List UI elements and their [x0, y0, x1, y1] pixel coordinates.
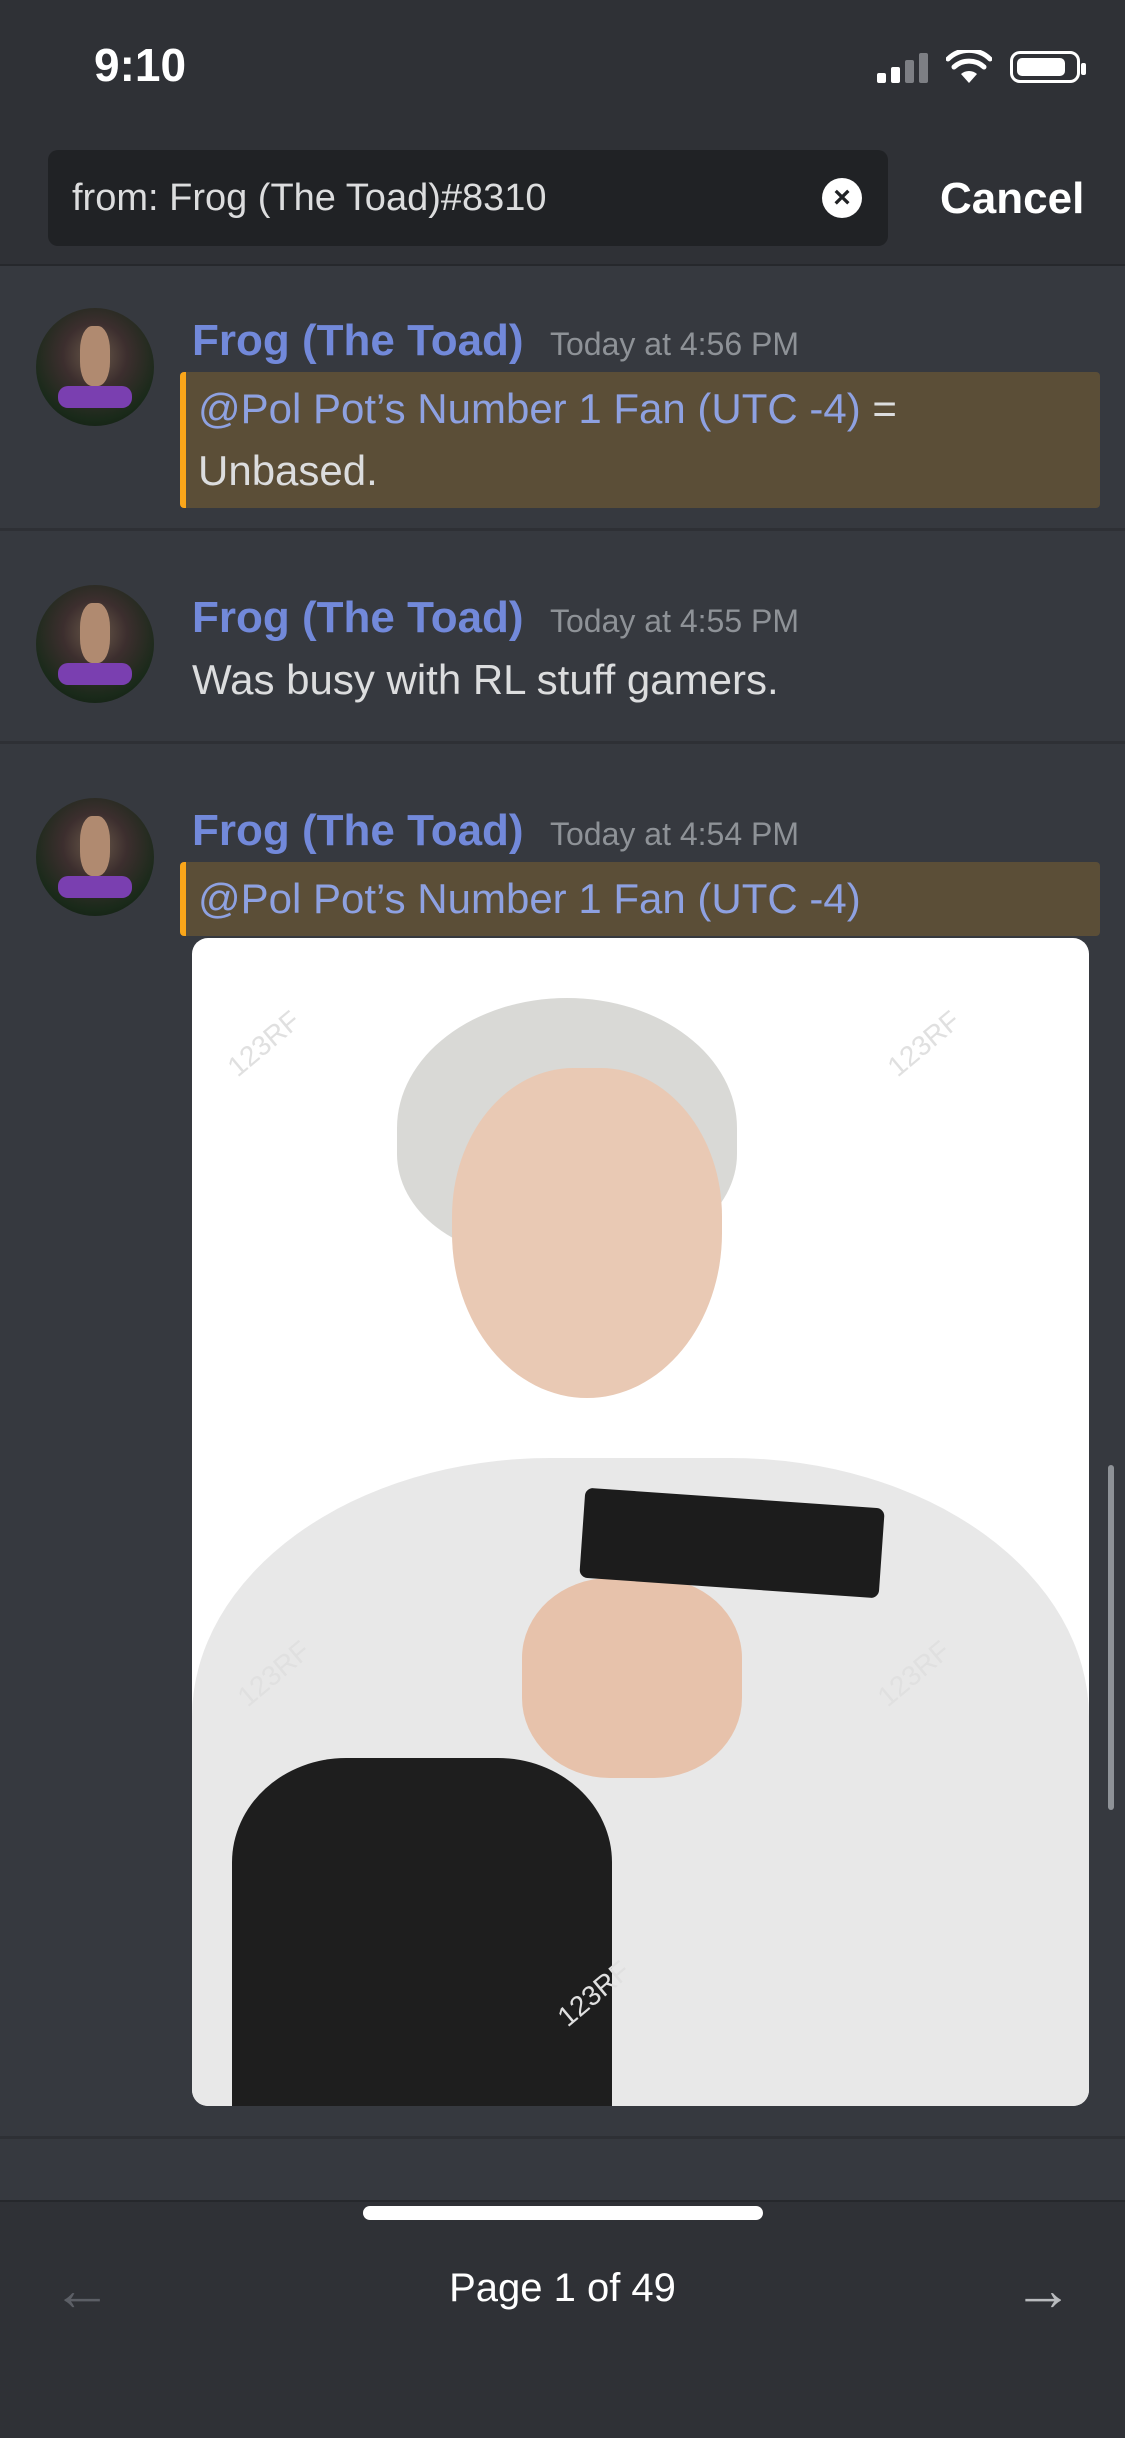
- user-mention[interactable]: @Pol Pot’s Number 1 Fan (UTC -4): [198, 875, 861, 922]
- message-content: @Pol Pot’s Number 1 Fan (UTC -4): [198, 868, 1090, 930]
- timestamp: Today at 4:56 PM: [550, 326, 800, 362]
- wifi-icon: [946, 50, 992, 83]
- scrollbar[interactable]: [1108, 1465, 1114, 1810]
- status-bar: 9:10: [0, 0, 1125, 140]
- watermark: 123RF: [881, 1004, 966, 1083]
- page-label: Page 1 of 49: [449, 2266, 676, 2310]
- username[interactable]: Frog (The Toad): [192, 593, 524, 643]
- mention-highlight: @Pol Pot’s Number 1 Fan (UTC -4): [180, 862, 1100, 936]
- message-result[interactable]: Frog (The Toad) Today at 4:55 PM Was bus…: [0, 531, 1125, 741]
- message-result[interactable]: Frog (The Toad) Today at 4:56 PM @Pol Po…: [0, 266, 1125, 528]
- avatar[interactable]: [36, 585, 154, 703]
- avatar[interactable]: [36, 308, 154, 426]
- search-query: from: Frog (The Toad)#8310: [72, 176, 547, 219]
- clear-search-icon[interactable]: ×: [822, 178, 862, 218]
- pagination-bar: ← Page 1 of 49 →: [0, 2200, 1125, 2438]
- home-indicator[interactable]: [363, 2206, 763, 2220]
- timestamp: Today at 4:54 PM: [550, 816, 800, 852]
- battery-level: [1017, 58, 1065, 76]
- image-attachment[interactable]: 123RF 123RF 123RF 123RF 123RF: [192, 938, 1089, 2106]
- cancel-button[interactable]: Cancel: [940, 174, 1084, 224]
- arrow-right-icon[interactable]: →: [1013, 2260, 1073, 2320]
- search-input[interactable]: from: Frog (The Toad)#8310 ×: [48, 150, 888, 246]
- avatar[interactable]: [36, 798, 154, 916]
- message-content: @Pol Pot’s Number 1 Fan (UTC -4) = Unbas…: [198, 378, 1090, 502]
- search-header: from: Frog (The Toad)#8310 × Cancel: [0, 140, 1125, 266]
- mention-highlight: @Pol Pot’s Number 1 Fan (UTC -4) = Unbas…: [180, 372, 1100, 508]
- battery-icon: [1010, 51, 1086, 83]
- status-icons: [877, 50, 1086, 84]
- username[interactable]: Frog (The Toad): [192, 806, 524, 856]
- cellular-signal-icon: [877, 51, 928, 83]
- status-time: 9:10: [94, 39, 187, 91]
- user-mention[interactable]: @Pol Pot’s Number 1 Fan (UTC -4): [198, 385, 861, 432]
- message-text: =: [860, 385, 897, 432]
- username[interactable]: Frog (The Toad): [192, 316, 524, 366]
- message-text-line2: Unbased.: [198, 447, 378, 494]
- divider: [0, 2136, 1125, 2139]
- watermark: 123RF: [221, 1004, 306, 1083]
- timestamp: Today at 4:55 PM: [550, 603, 800, 639]
- message-text: Was busy with RL stuff gamers.: [192, 656, 779, 703]
